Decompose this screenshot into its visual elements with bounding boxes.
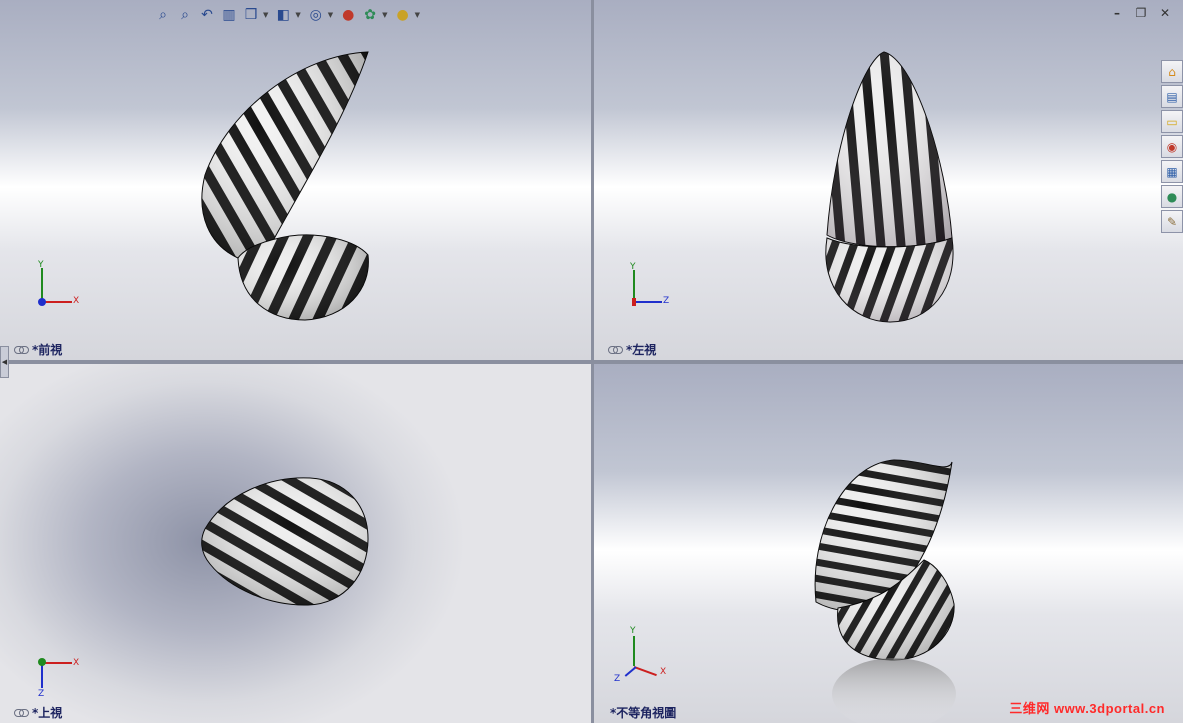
hide-show-items-icon[interactable]: ◎ xyxy=(306,5,326,25)
chevron-down-icon[interactable]: ▼ xyxy=(295,11,300,19)
solidworks-graphics-area: ⌕ ⌕ ↶ ▥ ❒ ▼ ◧ ▼ ◎ ▼ ● ✿ ▼ ● ▼ Y X *前視 – … xyxy=(0,0,1183,723)
link-views-icon[interactable] xyxy=(14,708,29,717)
triad-z-axis xyxy=(624,666,637,677)
triad-y-label: Y xyxy=(630,626,636,636)
apply-scene-icon[interactable]: ✿ xyxy=(360,5,380,25)
edit-appearance-icon[interactable]: ● xyxy=(338,5,358,25)
link-views-icon[interactable] xyxy=(608,345,623,354)
triad-x-label: X xyxy=(73,658,80,668)
view-palette-icon[interactable]: ▦ xyxy=(1161,160,1183,183)
link-views-icon[interactable] xyxy=(14,345,29,354)
chevron-down-icon[interactable]: ▼ xyxy=(263,11,268,19)
window-controls: – ❐ ✕ xyxy=(1109,6,1173,20)
triad-z-label: Z xyxy=(38,689,45,699)
design-library-icon[interactable]: ▤ xyxy=(1161,85,1183,108)
triad-z-label: Z xyxy=(663,296,670,306)
chevron-down-icon[interactable]: ▼ xyxy=(415,11,420,19)
triad-x-label: X xyxy=(73,296,80,306)
triad-y-label: Y xyxy=(630,262,636,272)
restore-icon[interactable]: ❐ xyxy=(1133,6,1149,20)
viewport-front[interactable]: ⌕ ⌕ ↶ ▥ ❒ ▼ ◧ ▼ ◎ ▼ ● ✿ ▼ ● ▼ Y X *前視 xyxy=(0,0,591,360)
triad-x-axis xyxy=(42,301,72,303)
model-shell-front xyxy=(201,51,369,321)
viewport-label: *上視 xyxy=(14,704,62,721)
coordinate-triad: Y Z xyxy=(626,262,676,312)
model-shell-left xyxy=(825,51,954,323)
view-orientation-icon[interactable]: ❒ xyxy=(241,5,261,25)
viewport-label: *不等角視圖 xyxy=(610,704,676,721)
view-settings-icon[interactable]: ● xyxy=(393,5,413,25)
triad-x-label: X xyxy=(660,667,667,677)
section-view-icon[interactable]: ▥ xyxy=(219,5,239,25)
triad-y-axis xyxy=(633,636,635,666)
viewport-label-text: *左視 xyxy=(626,343,657,357)
coordinate-triad: Y X Z xyxy=(612,626,672,686)
feature-manager-collapse-tab[interactable]: ◀ xyxy=(0,346,9,378)
triad-z-label: Z xyxy=(614,674,621,684)
close-icon[interactable]: ✕ xyxy=(1157,6,1173,20)
triad-x-axis xyxy=(42,662,72,664)
viewport-left[interactable]: – ❐ ✕ Y Z *左視 xyxy=(594,0,1183,360)
viewport-label-text: *前視 xyxy=(32,343,63,357)
model-reflection xyxy=(832,658,956,723)
zoom-to-fit-icon[interactable]: ⌕ xyxy=(153,5,173,25)
heads-up-view-toolbar: ⌕ ⌕ ↶ ▥ ❒ ▼ ◧ ▼ ◎ ▼ ● ✿ ▼ ● ▼ xyxy=(153,4,423,26)
model-shell-top xyxy=(201,477,369,606)
triad-y-axis xyxy=(41,268,43,302)
task-pane-tabs: ⌂ ▤ ▭ ◉ ▦ ● ✎ xyxy=(1161,60,1183,233)
triad-origin xyxy=(38,298,46,306)
triad-z-axis xyxy=(634,301,662,303)
viewport-label: *前視 xyxy=(14,341,62,358)
viewport-isometric[interactable]: Y X Z *不等角視圖 三维网 www.3dportal.cn xyxy=(594,364,1183,723)
zoom-to-area-icon[interactable]: ⌕ xyxy=(175,5,195,25)
search-icon[interactable]: ◉ xyxy=(1161,135,1183,158)
viewport-splitter-horizontal[interactable] xyxy=(0,360,1183,364)
triad-y-label: Y xyxy=(38,260,44,270)
triad-origin xyxy=(632,298,636,306)
viewport-label: *左視 xyxy=(608,341,656,358)
triad-x-axis xyxy=(633,666,657,677)
previous-view-icon[interactable]: ↶ xyxy=(197,5,217,25)
viewport-top[interactable]: X Z *上視 xyxy=(0,364,591,723)
chevron-down-icon[interactable]: ▼ xyxy=(382,11,387,19)
appearances-icon[interactable]: ● xyxy=(1161,185,1183,208)
model-shell-iso xyxy=(814,459,956,723)
file-explorer-icon[interactable]: ▭ xyxy=(1161,110,1183,133)
triad-origin xyxy=(38,658,46,666)
viewport-label-text: *不等角視圖 xyxy=(610,706,677,720)
display-style-icon[interactable]: ◧ xyxy=(273,5,293,25)
chevron-down-icon[interactable]: ▼ xyxy=(328,11,333,19)
viewport-label-text: *上視 xyxy=(32,706,63,720)
minimize-icon[interactable]: – xyxy=(1109,6,1125,20)
coordinate-triad: X Z xyxy=(34,658,84,708)
solidworks-resources-icon[interactable]: ⌂ xyxy=(1161,60,1183,83)
custom-properties-icon[interactable]: ✎ xyxy=(1161,210,1183,233)
watermark: 三维网 www.3dportal.cn xyxy=(1009,701,1165,716)
coordinate-triad: Y X xyxy=(34,260,84,310)
